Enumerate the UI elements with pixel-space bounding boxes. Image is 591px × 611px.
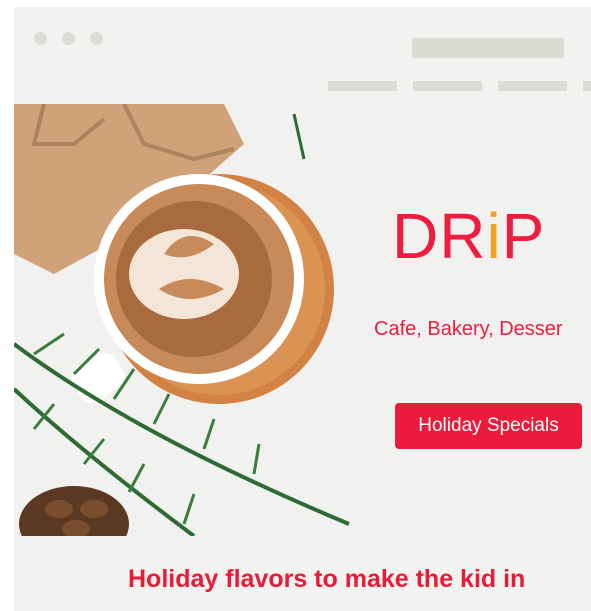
nav-placeholder[interactable] [413, 81, 482, 91]
nav-placeholder[interactable] [583, 81, 591, 91]
window-dot[interactable] [34, 32, 47, 45]
holiday-specials-button[interactable]: Holiday Specials [395, 403, 582, 449]
window-dot[interactable] [90, 32, 103, 45]
tagline: Cafe, Bakery, Desser [374, 318, 563, 340]
nav-placeholders [328, 81, 591, 91]
brand-text-end: P [501, 200, 546, 272]
window-controls [34, 32, 103, 45]
browser-frame: DRiP Cafe, Bakery, Desser Holiday Specia… [14, 7, 591, 611]
nav-placeholder[interactable] [498, 81, 567, 91]
brand-accent-letter: i [486, 200, 502, 272]
placeholder-bar [412, 38, 564, 58]
brand-logo: DRiP [392, 204, 545, 268]
window-dot[interactable] [62, 32, 75, 45]
section-headline: Holiday flavors to make the kid in [128, 565, 526, 593]
brand-text: DR [392, 200, 487, 272]
hero-banner: DRiP Cafe, Bakery, Desser Holiday Specia… [14, 104, 591, 536]
nav-placeholder[interactable] [328, 81, 397, 91]
